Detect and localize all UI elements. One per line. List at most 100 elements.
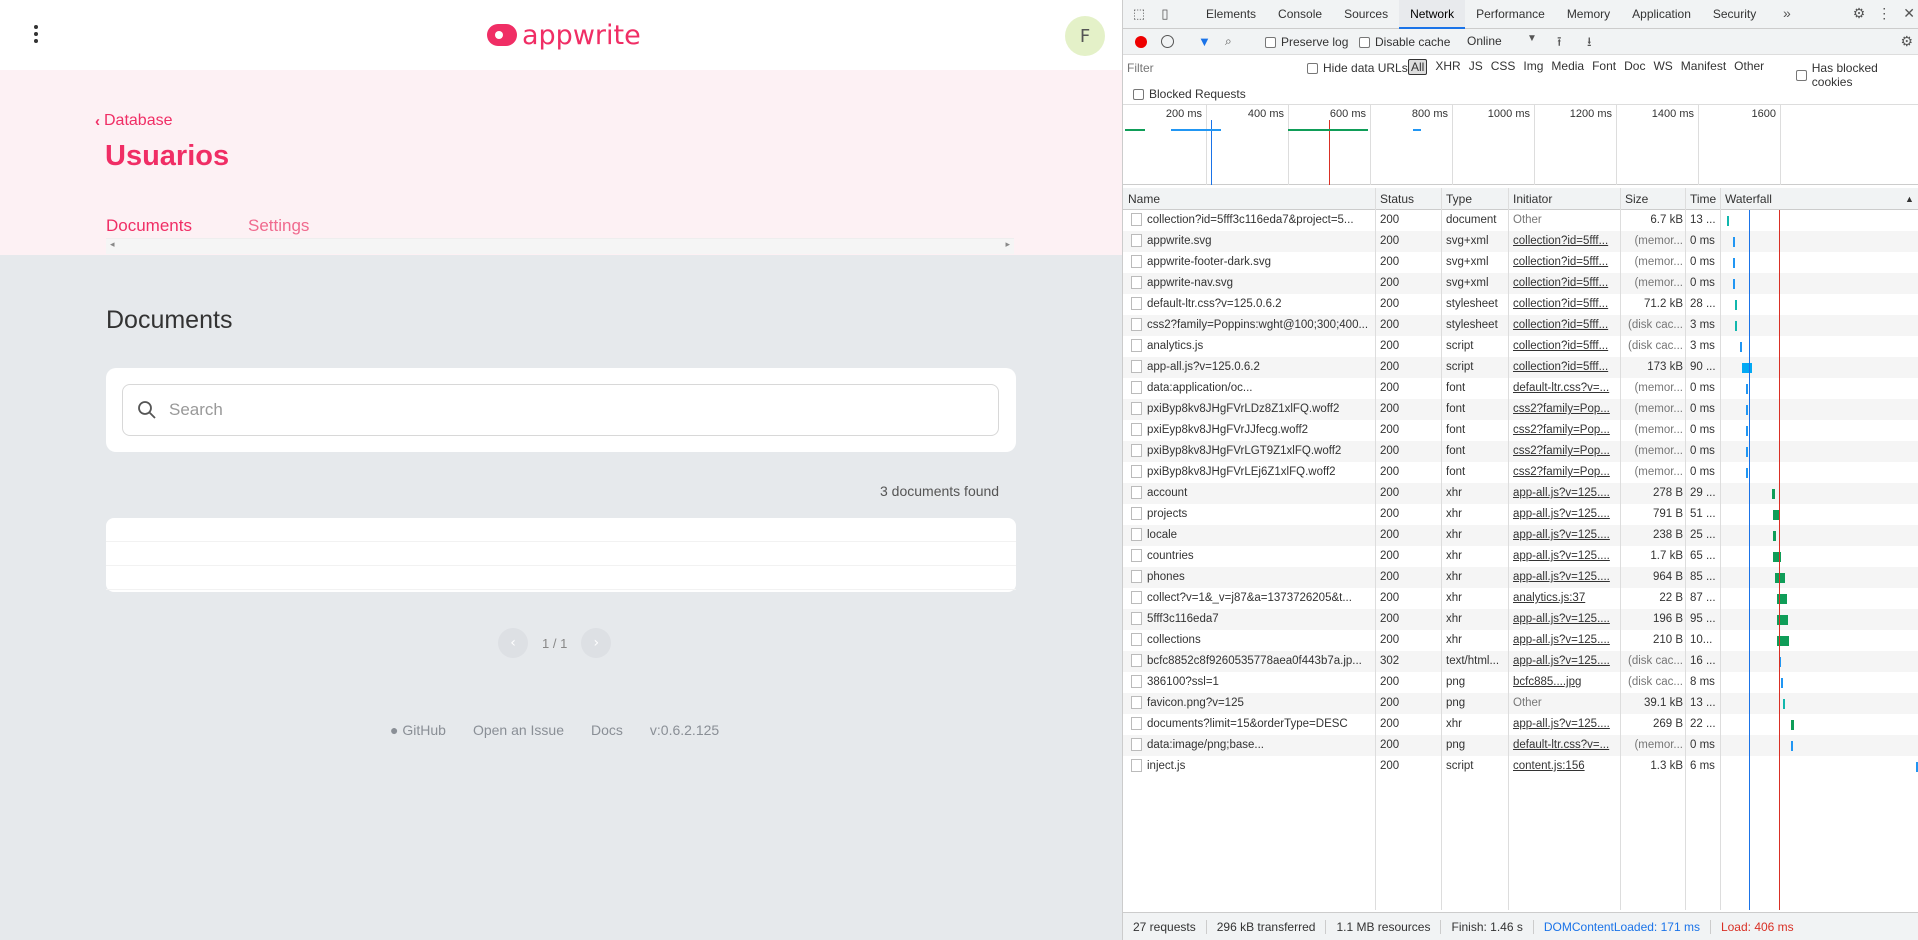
table-row[interactable]: 386100?ssl=1 200 png bcfc885....jpg (disk ca…	[1123, 672, 1918, 693]
request-name[interactable]: collections	[1147, 634, 1372, 646]
column-type[interactable]: Type	[1446, 192, 1472, 206]
request-name[interactable]: phones	[1147, 571, 1372, 583]
disable-cache-checkbox[interactable]: Disable cache	[1359, 35, 1450, 49]
request-name[interactable]: pxiEyp8kv8JHgFVrJJfecg.woff2	[1147, 424, 1372, 436]
request-name[interactable]: appwrite-nav.svg	[1147, 277, 1372, 289]
request-initiator[interactable]: collection?id=5fff...	[1513, 340, 1618, 352]
footer-docs-link[interactable]: Docs	[591, 722, 623, 738]
checkbox-box[interactable]	[1359, 36, 1370, 48]
menu-kebab-icon[interactable]	[30, 25, 42, 45]
device-toolbar-icon[interactable]: ▯	[1157, 6, 1173, 22]
settings-gear-icon[interactable]: ⚙	[1853, 5, 1866, 22]
table-row[interactable]: account 200 xhr app-all.js?v=125.... 278 B 29…	[1123, 483, 1918, 504]
request-name[interactable]: projects	[1147, 508, 1372, 520]
request-name[interactable]: bcfc8852c8f9260535778aea0f443b7a.jp...	[1147, 655, 1372, 667]
network-overview-timeline[interactable]: 200 ms 400 ms 600 ms 800 ms 1000 ms 1200 ms 14…	[1123, 105, 1918, 185]
hide-data-urls-checkbox[interactable]: Hide data URLs	[1307, 61, 1408, 75]
table-row[interactable]: countries 200 xhr app-all.js?v=125.... 1.7 k…	[1123, 546, 1918, 567]
request-name[interactable]: pxiByp8kv8JHgFVrLDz8Z1xlFQ.woff2	[1147, 403, 1372, 415]
request-initiator[interactable]: app-all.js?v=125....	[1513, 508, 1618, 520]
request-name[interactable]: pxiByp8kv8JHgFVrLGT9Z1xlFQ.woff2	[1147, 445, 1372, 457]
devtools-tab-console[interactable]: Console	[1267, 0, 1333, 29]
request-initiator[interactable]: app-all.js?v=125....	[1513, 613, 1618, 625]
avatar[interactable]: F	[1065, 16, 1105, 56]
table-row[interactable]: appwrite-nav.svg 200 svg+xml collection?id=…	[1123, 273, 1918, 294]
filter-icon[interactable]: ▼	[1198, 34, 1211, 49]
table-row[interactable]: data:image/png;base... 200 png default-ltr.…	[1123, 735, 1918, 756]
table-row[interactable]: phones 200 xhr app-all.js?v=125.... 964 B 85 …	[1123, 567, 1918, 588]
request-name[interactable]: collection?id=5fff3c116eda7&project=5...	[1147, 214, 1372, 226]
table-row[interactable]: appwrite-footer-dark.svg 200 svg+xml collec…	[1123, 252, 1918, 273]
footer-issue-link[interactable]: Open an Issue	[473, 722, 564, 738]
devtools-tab-memory[interactable]: Memory	[1556, 0, 1621, 29]
type-filter-media[interactable]: Media	[1551, 59, 1584, 75]
import-har-icon[interactable]: ⭱	[1557, 33, 1562, 55]
table-row[interactable]: default-ltr.css?v=125.0.6.2 200 stylesheet…	[1123, 294, 1918, 315]
search-input[interactable]	[169, 397, 969, 423]
request-name[interactable]: locale	[1147, 529, 1372, 541]
network-settings-icon[interactable]: ⚙	[1900, 33, 1913, 50]
devtools-tab-elements[interactable]: Elements	[1195, 0, 1267, 29]
request-name[interactable]: appwrite-footer-dark.svg	[1147, 256, 1372, 268]
type-filter-doc[interactable]: Doc	[1624, 59, 1645, 75]
request-initiator[interactable]: collection?id=5fff...	[1513, 256, 1618, 268]
request-initiator[interactable]: default-ltr.css?v=...	[1513, 382, 1618, 394]
table-row[interactable]: collection?id=5fff3c116eda7&project=5...…	[1123, 210, 1918, 231]
request-initiator[interactable]: css2?family=Pop...	[1513, 424, 1618, 436]
request-initiator[interactable]: css2?family=Pop...	[1513, 445, 1618, 457]
request-name[interactable]: account	[1147, 487, 1372, 499]
request-name[interactable]: countries	[1147, 550, 1372, 562]
prev-page-button[interactable]: ‹	[498, 628, 528, 658]
throttle-select[interactable]: Online	[1467, 34, 1502, 48]
request-name[interactable]: 5fff3c116eda7	[1147, 613, 1372, 625]
column-size[interactable]: Size	[1625, 192, 1648, 206]
table-row[interactable]: pxiByp8kv8JHgFVrLEj6Z1xlFQ.woff2 200 font c…	[1123, 462, 1918, 483]
table-row[interactable]: collect?v=1&_v=j87&a=1373726205&t... 200 x…	[1123, 588, 1918, 609]
devtools-tab-network[interactable]: Network	[1399, 0, 1466, 29]
checkbox-box[interactable]	[1265, 36, 1276, 48]
request-name[interactable]: appwrite.svg	[1147, 235, 1372, 247]
inspect-element-icon[interactable]: ⬚	[1131, 6, 1147, 22]
table-row[interactable]	[106, 566, 1016, 590]
preserve-log-checkbox[interactable]: Preserve log	[1265, 35, 1348, 49]
table-row[interactable]: favicon.png?v=125 200 png Other 39.1 kB 13 ..…	[1123, 693, 1918, 714]
request-name[interactable]: data:image/png;base...	[1147, 739, 1372, 751]
close-icon[interactable]: ✕	[1903, 5, 1915, 22]
more-options-icon[interactable]: ⋮	[1877, 5, 1891, 22]
request-initiator[interactable]: app-all.js?v=125....	[1513, 634, 1618, 646]
request-name[interactable]: analytics.js	[1147, 340, 1372, 352]
table-row[interactable]: inject.js 200 script content.js:156 1.3 kB 6 …	[1123, 756, 1918, 777]
table-row[interactable]	[106, 542, 1016, 566]
request-initiator[interactable]: app-all.js?v=125....	[1513, 655, 1618, 667]
request-name[interactable]: favicon.png?v=125	[1147, 697, 1372, 709]
request-name[interactable]: pxiByp8kv8JHgFVrLEj6Z1xlFQ.woff2	[1147, 466, 1372, 478]
type-filter-css[interactable]: CSS	[1491, 59, 1516, 75]
request-initiator[interactable]: content.js:156	[1513, 760, 1618, 772]
type-filter-js[interactable]: JS	[1469, 59, 1483, 75]
request-initiator[interactable]: app-all.js?v=125....	[1513, 571, 1618, 583]
devtools-tab-performance[interactable]: Performance	[1465, 0, 1556, 29]
devtools-tab-security[interactable]: Security	[1702, 0, 1767, 29]
column-time[interactable]: Time	[1690, 192, 1716, 206]
sort-triangle-icon[interactable]: ▲	[1905, 194, 1914, 204]
clear-icon[interactable]	[1161, 35, 1174, 48]
request-name[interactable]: default-ltr.css?v=125.0.6.2	[1147, 298, 1372, 310]
table-row[interactable]: pxiEyp8kv8JHgFVrJJfecg.woff2 200 font css2?…	[1123, 420, 1918, 441]
request-name[interactable]: inject.js	[1147, 760, 1372, 772]
type-filter-xhr[interactable]: XHR	[1435, 59, 1460, 75]
tab-settings[interactable]: Settings	[248, 216, 309, 236]
checkbox-box[interactable]	[1307, 62, 1318, 74]
request-initiator[interactable]: css2?family=Pop...	[1513, 403, 1618, 415]
table-row[interactable]: bcfc8852c8f9260535778aea0f443b7a.jp... 30…	[1123, 651, 1918, 672]
request-name[interactable]: 386100?ssl=1	[1147, 676, 1372, 688]
request-initiator[interactable]: app-all.js?v=125....	[1513, 529, 1618, 541]
request-initiator[interactable]: app-all.js?v=125....	[1513, 550, 1618, 562]
table-row[interactable]: locale 200 xhr app-all.js?v=125.... 238 B 25 …	[1123, 525, 1918, 546]
checkbox-box[interactable]	[1796, 69, 1807, 81]
chevron-down-icon[interactable]: ▼	[1527, 33, 1537, 44]
type-filter-manifest[interactable]: Manifest	[1681, 59, 1726, 75]
request-initiator[interactable]: collection?id=5fff...	[1513, 319, 1618, 331]
table-row[interactable]: analytics.js 200 script collection?id=5fff.…	[1123, 336, 1918, 357]
column-initiator[interactable]: Initiator	[1513, 192, 1552, 206]
request-initiator[interactable]: collection?id=5fff...	[1513, 277, 1618, 289]
